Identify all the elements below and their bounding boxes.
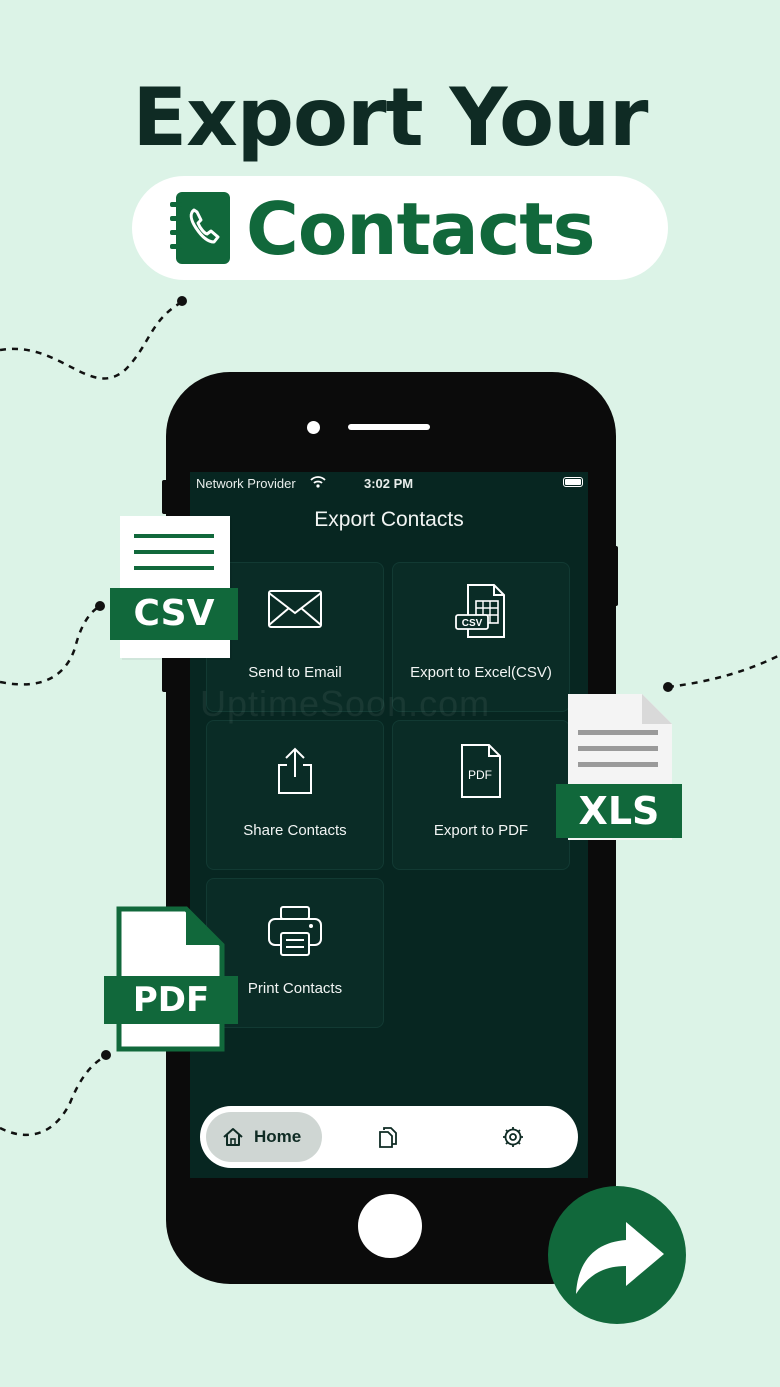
headline-line1: Export Your xyxy=(132,71,649,164)
wifi-icon xyxy=(310,476,326,491)
dashed-curve-xls xyxy=(663,653,780,692)
home-icon xyxy=(222,1127,244,1151)
envelope-icon xyxy=(267,589,323,633)
dashed-curve-top xyxy=(0,296,187,380)
status-bar: Network Provider 3:02 PM xyxy=(196,474,583,492)
screen-title: Export Contacts xyxy=(314,508,464,531)
share-icon xyxy=(275,747,315,799)
front-camera xyxy=(307,421,320,434)
battery-icon xyxy=(563,477,583,487)
send-to-email-label: Send to Email xyxy=(248,664,342,681)
documents-icon[interactable] xyxy=(378,1126,398,1152)
carrier-label: Network Provider xyxy=(196,476,296,491)
dashed-curve-csv xyxy=(0,601,105,686)
headline-line2: Contacts xyxy=(246,187,596,271)
watermark: UptimeSoon.com xyxy=(200,683,491,724)
export-to-excel-label: Export to Excel(CSV) xyxy=(410,664,552,681)
pdf-file-icon: PDF xyxy=(459,743,503,803)
share-contacts-card[interactable]: Share Contacts xyxy=(206,720,384,870)
xls-badge: XLS xyxy=(556,784,682,838)
csv-icon-text: CSV xyxy=(462,618,483,629)
settings-icon[interactable] xyxy=(502,1126,524,1152)
printer-icon xyxy=(267,905,323,961)
export-to-pdf-card[interactable]: PDF Export to PDF xyxy=(392,720,570,870)
pdf-icon-text: PDF xyxy=(468,768,492,782)
share-arrow-icon xyxy=(568,1218,668,1302)
contacts-book-icon xyxy=(168,190,234,266)
phone-home-button[interactable] xyxy=(358,1194,422,1258)
app-screen: Network Provider 3:02 PM Export Contacts… xyxy=(190,472,588,1178)
csv-spreadsheet-icon: CSV xyxy=(454,583,508,643)
share-contacts-label: Share Contacts xyxy=(243,822,347,839)
status-time: 3:02 PM xyxy=(364,476,414,491)
dashed-curve-pdf xyxy=(0,1050,111,1137)
earpiece-speaker xyxy=(348,424,430,430)
nav-home-label: Home xyxy=(254,1127,302,1146)
export-to-pdf-label: Export to PDF xyxy=(433,822,529,839)
pdf-badge: PDF xyxy=(104,976,238,1024)
csv-badge: CSV xyxy=(110,588,238,640)
